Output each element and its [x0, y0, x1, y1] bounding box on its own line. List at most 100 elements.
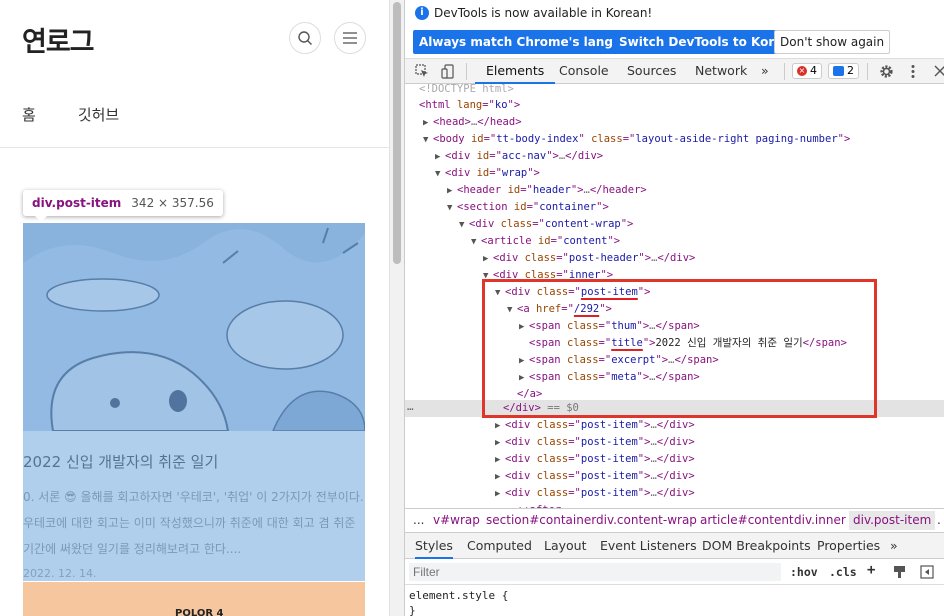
toolbar-divider: [784, 63, 785, 80]
tab-computed[interactable]: Computed: [467, 533, 532, 559]
tooltip-size: 342 × 357.56: [131, 196, 214, 210]
search-icon: [298, 31, 312, 45]
divider: [0, 147, 389, 148]
devtools-panel: i DevTools is now available in Korean! A…: [404, 0, 944, 616]
devtools-tabbar: Elements Console Sources Network » × 4 2: [405, 58, 944, 84]
device-toolbar-icon[interactable]: [441, 64, 455, 79]
styles-filter-row: :hov .cls +: [405, 559, 944, 585]
styles-more-tabs[interactable]: »: [890, 533, 898, 559]
next-thumb-text: POLOR 4: [175, 608, 224, 616]
dom-line[interactable]: ▶ <span class="thum">…</span>: [519, 318, 944, 335]
dom-line[interactable]: ▶ <head>…</head>: [423, 114, 944, 131]
tab-styles[interactable]: Styles: [415, 533, 453, 559]
row-actions-icon[interactable]: …: [407, 400, 414, 413]
nav-github[interactable]: 깃허브: [78, 104, 119, 125]
dom-tree: <!DOCTYPE html> <html lang="ko"> ▶ <head>…: [405, 84, 944, 508]
inspect-element-icon[interactable]: [415, 64, 429, 78]
infobar-message: DevTools is now available in Korean!: [434, 6, 653, 20]
breadcrumb-post-item[interactable]: div.post-item: [849, 511, 936, 530]
page-scrollbar[interactable]: [389, 0, 404, 616]
dom-line-post-item[interactable]: ▼ <div class="post-item">: [495, 284, 944, 301]
menu-button[interactable]: [334, 22, 366, 54]
more-options-icon[interactable]: [910, 64, 916, 79]
dom-line[interactable]: ▶ <div class="post-header">…</div>: [483, 250, 944, 267]
class-toggle[interactable]: .cls: [829, 565, 857, 579]
tab-sources[interactable]: Sources: [627, 59, 676, 84]
tab-network[interactable]: Network: [695, 59, 747, 84]
next-post-thumbnail[interactable]: POLOR 4: [23, 582, 365, 616]
nav-home[interactable]: 홈: [22, 104, 36, 125]
dom-line[interactable]: ▶ <div class="post-item">…</div>: [495, 451, 944, 468]
styles-filter-input[interactable]: [409, 563, 781, 581]
tab-console[interactable]: Console: [559, 59, 609, 84]
dom-line[interactable]: ▶ <span class="meta">…</span>: [519, 369, 944, 386]
errors-badge[interactable]: × 4: [792, 63, 822, 79]
dom-line[interactable]: ▶ <div class="post-item">…</div>: [495, 468, 944, 485]
dom-line[interactable]: ▼ <div class="inner">: [483, 267, 944, 284]
message-icon: [833, 66, 844, 76]
search-button[interactable]: [289, 22, 321, 54]
paint-brush-icon[interactable]: [893, 565, 906, 579]
dom-line[interactable]: ▼ <a href="/292">: [507, 301, 944, 318]
breadcrumb-content-wrap[interactable]: div.content-wrap: [596, 513, 697, 527]
new-style-rule-button[interactable]: +: [867, 562, 875, 578]
toolbar-divider: [466, 63, 467, 80]
tab-dom-breakpoints[interactable]: DOM Breakpoints: [702, 533, 811, 559]
hover-state-toggle[interactable]: :hov: [790, 565, 818, 579]
breadcrumb-container[interactable]: section#container: [486, 513, 596, 527]
tab-properties[interactable]: Properties: [817, 533, 880, 559]
dom-line[interactable]: ▼ <body id="tt-body-index" class="layout-…: [423, 131, 944, 148]
breadcrumb: ... v#wrap section#container div.content…: [405, 508, 944, 532]
dom-line[interactable]: <html lang="ko">: [419, 97, 944, 114]
messages-badge[interactable]: 2: [828, 63, 859, 79]
dom-line[interactable]: ▶ <div class="post-item">…</div>: [495, 434, 944, 451]
blog-logo[interactable]: 연로그: [22, 20, 95, 59]
post-thumbnail[interactable]: [23, 223, 365, 431]
post-excerpt: 0. 서론 😎 올해를 회고하자면 '우테코', '취업' 이 2가지가 전부이…: [23, 490, 364, 556]
dom-line[interactable]: ▼ <article id="content">: [471, 233, 944, 250]
dom-line-selected[interactable]: </div> == $0: [405, 400, 944, 417]
element-style-close: }: [409, 604, 416, 616]
element-style-selector: element.style {: [409, 589, 509, 602]
toggle-sidebar-icon[interactable]: [920, 565, 934, 579]
blog-nav: 홈 깃허브: [22, 104, 119, 125]
breadcrumb-overflow-end[interactable]: .: [937, 513, 941, 527]
toolbar-divider: [867, 63, 868, 80]
breadcrumb-inner[interactable]: div.inner: [794, 513, 846, 527]
breadcrumb-content[interactable]: article#content: [700, 513, 794, 527]
error-count: 4: [810, 64, 817, 77]
dom-line[interactable]: ▶ <div class="post-item">…</div>: [495, 417, 944, 434]
cartoon-illustration: [23, 223, 365, 431]
tooltip-selector: div.post-item: [32, 196, 122, 210]
hamburger-icon: [343, 32, 357, 44]
breadcrumb-wrap[interactable]: v#wrap: [433, 513, 480, 527]
language-infobar: i DevTools is now available in Korean! A…: [405, 0, 944, 58]
dom-line[interactable]: ▼ <div id="wrap">: [435, 165, 944, 182]
dom-line[interactable]: ▶ <span class="excerpt">…</span>: [519, 352, 944, 369]
more-tabs-button[interactable]: »: [761, 59, 769, 84]
close-devtools-icon[interactable]: [934, 65, 944, 77]
settings-gear-icon[interactable]: [879, 64, 894, 79]
breadcrumb-overflow[interactable]: ...: [413, 513, 424, 527]
info-icon: i: [415, 6, 429, 20]
post-title[interactable]: 2022 신입 개발자의 취준 일기: [23, 451, 218, 472]
tab-elements[interactable]: Elements: [475, 59, 556, 84]
dom-line[interactable]: ▼ <section id="container">: [447, 199, 944, 216]
tab-layout[interactable]: Layout: [544, 533, 587, 559]
blog-page: 연로그 홈 깃허브 div.post-item 342 × 357.56 202…: [0, 0, 389, 616]
tab-event-listeners[interactable]: Event Listeners: [600, 533, 697, 559]
dont-show-again-button[interactable]: Don't show again: [774, 30, 891, 54]
inspect-tooltip: div.post-item 342 × 357.56: [23, 190, 223, 222]
dom-line[interactable]: ▼ <div class="content-wrap">: [459, 216, 944, 233]
dom-line[interactable]: <!DOCTYPE html>: [419, 84, 944, 98]
dom-line[interactable]: ▶ <div class="post-item">…</div>: [495, 485, 944, 502]
dom-line-title[interactable]: <span class="title">2022 신입 개발자의 취준 일기</…: [529, 335, 944, 352]
post-date: 2022. 12. 14.: [23, 567, 97, 580]
message-count: 2: [847, 64, 854, 77]
scrollbar-thumb[interactable]: [393, 2, 401, 264]
dom-line[interactable]: ▶ <div id="acc-nav">…</div>: [435, 148, 944, 165]
dom-line[interactable]: ▶ <header id="header">…</header>: [447, 182, 944, 199]
element-style-rule[interactable]: element.style { }: [409, 588, 508, 616]
styles-tabbar: Styles Computed Layout Event Listeners D…: [405, 532, 944, 559]
error-icon: ×: [797, 66, 807, 76]
